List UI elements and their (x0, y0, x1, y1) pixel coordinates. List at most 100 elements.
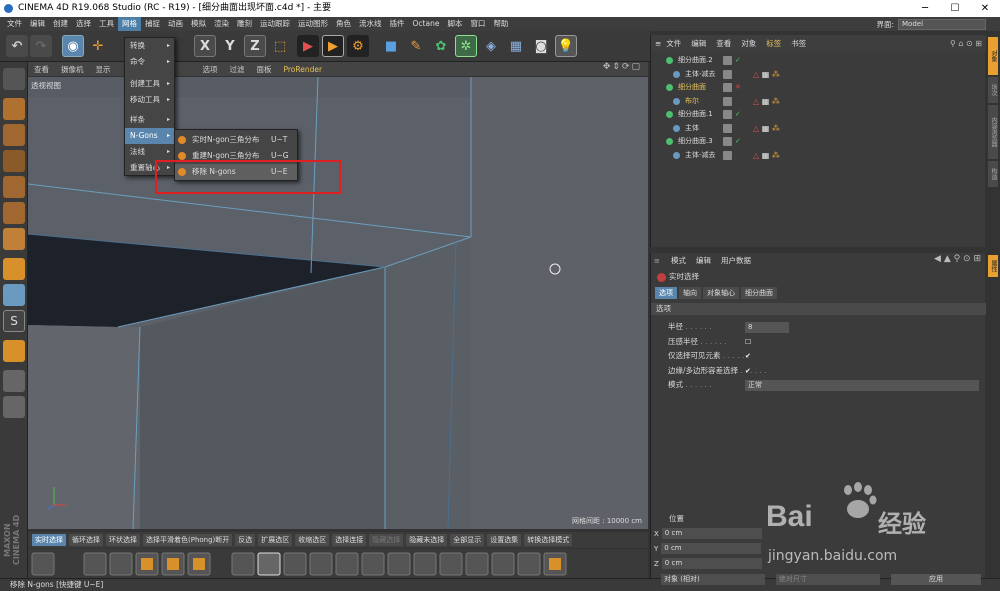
redo-icon[interactable]: ↷ (30, 35, 52, 57)
viewport-menu-display[interactable]: 显示 (90, 64, 117, 75)
menu-item-10[interactable]: 雕刻 (233, 17, 256, 31)
tweak-mode-icon[interactable] (3, 284, 25, 306)
lock-workplane-icon[interactable] (3, 370, 25, 392)
visibility-toggle-icon[interactable] (723, 56, 732, 65)
menu-item-18[interactable]: 窗口 (466, 17, 489, 31)
menu-item-6[interactable]: 捕捉 (141, 17, 164, 31)
side-tab-objects[interactable]: 对象 (988, 37, 998, 75)
menu-item-15[interactable]: 插件 (386, 17, 409, 31)
attr-menu-edit[interactable]: 编辑 (691, 255, 716, 266)
visibility-toggle-icon[interactable] (723, 137, 732, 146)
visibility-toggle-icon[interactable] (723, 110, 732, 119)
render-picture-viewer-icon[interactable]: ▶ (322, 35, 344, 57)
menu-item-2[interactable]: 创建 (49, 17, 72, 31)
perspective-viewport[interactable]: 透视视图 网格间距 : 10000 cm (28, 77, 648, 529)
side-tab-content-browser[interactable]: 内容浏览器 (988, 105, 998, 159)
selection-tool-button-12[interactable]: 转换选择模式 (524, 534, 573, 546)
menu-item-11[interactable]: 运动跟踪 (256, 17, 294, 31)
visibility-toggle-icon[interactable] (723, 96, 732, 106)
attr-nav-icons[interactable]: ◀ ▲ ⚲ ⊙ ⊞ (934, 254, 981, 264)
menu-item-5[interactable]: 网格 (118, 17, 141, 31)
polygons-mode-icon[interactable] (3, 228, 25, 250)
workplane-mode-icon[interactable] (3, 150, 25, 172)
object-menu-item-3[interactable]: 对象 (736, 38, 761, 49)
object-tags-icon[interactable]: △ ▦ ⁂ (753, 68, 780, 81)
attr-menu-mode[interactable]: 模式 (666, 255, 691, 266)
points-mode-icon[interactable] (3, 176, 25, 198)
selection-tool-button-11[interactable]: 设置选集 (487, 534, 522, 546)
selection-tool-button-9[interactable]: 隐藏未选择 (406, 534, 448, 546)
pen-spline-icon[interactable]: ✎ (405, 35, 427, 57)
dropdown-item-0[interactable]: 转换 ▸ (125, 38, 174, 54)
attr-menu-userdata[interactable]: 用户数据 (716, 255, 756, 266)
object-tags-icon[interactable]: △ ▦ ⁂ (753, 95, 780, 108)
attr-prop-value[interactable]: ☐ (745, 337, 751, 348)
side-tab-takes[interactable]: 场次 (988, 77, 998, 103)
cube-primitive-icon[interactable]: ■ (380, 35, 402, 57)
coord-y-field[interactable]: 0 cm (661, 543, 762, 554)
camera-icon[interactable]: ◙ (530, 35, 552, 57)
dropdown-item-3[interactable]: 移动工具 ▸ (125, 92, 174, 108)
menu-item-1[interactable]: 编辑 (26, 17, 49, 31)
coord-z-field[interactable]: 0 cm (661, 558, 762, 569)
make-editable-icon[interactable] (3, 68, 25, 90)
object-row[interactable]: 主体 △ ▦ ⁂ (651, 122, 986, 135)
menu-item-14[interactable]: 流水线 (355, 17, 386, 31)
viewport-menu-filter[interactable]: 过滤 (224, 64, 251, 75)
object-row[interactable]: 细分曲面.3 ✓ (651, 135, 986, 148)
attr-tab-1[interactable]: 轴向 (679, 287, 701, 299)
selection-tool-button-2[interactable]: 环状选择 (106, 534, 140, 546)
selection-tool-button-10[interactable]: 全部显示 (450, 534, 485, 546)
selection-tool-button-5[interactable]: 扩展选区 (258, 534, 293, 546)
viewport-menu-cameras[interactable]: 摄像机 (55, 64, 90, 75)
object-manager-nav-icons[interactable]: ⚲ ⌂ ⊙ ⊞ (950, 39, 982, 48)
texture-mode-icon[interactable] (3, 124, 25, 146)
object-row[interactable]: 布尔 △ ▦ ⁂ (651, 95, 986, 108)
move-icon[interactable]: ✛ (87, 35, 109, 57)
coordinate-system-icon[interactable]: ⬚ (269, 35, 291, 57)
minimize-icon[interactable]: ─ (910, 0, 940, 17)
selection-tool-button-0[interactable]: 实时选择 (32, 534, 66, 546)
attr-tab-3[interactable]: 细分曲面 (741, 287, 777, 299)
attr-prop-value[interactable]: ✔ (745, 351, 751, 362)
visibility-toggle-icon[interactable] (723, 123, 732, 133)
dropdown-item-1[interactable]: 命令 ▸ (125, 54, 174, 70)
menu-item-17[interactable]: 脚本 (443, 17, 466, 31)
selection-tool-button-6[interactable]: 收缩选区 (295, 534, 330, 546)
visibility-toggle-icon[interactable] (723, 150, 732, 160)
object-row[interactable]: 细分曲面.1 ✓ (651, 108, 986, 121)
deformer-icon[interactable]: ◈ (480, 35, 502, 57)
coord-size-select[interactable]: 绝对尺寸 (776, 574, 880, 585)
side-tab-structure[interactable]: 构造 (988, 161, 998, 187)
menu-item-4[interactable]: 工具 (95, 17, 118, 31)
menu-item-8[interactable]: 模拟 (187, 17, 210, 31)
visibility-toggle-icon[interactable] (723, 83, 732, 92)
menu-item-7[interactable]: 动画 (164, 17, 187, 31)
object-row[interactable]: 细分曲面.2 ✓ (651, 54, 986, 67)
object-tags-icon[interactable]: △ ▦ ⁂ (753, 122, 780, 135)
render-settings-icon[interactable]: ⚙ (347, 35, 369, 57)
coord-mode-select[interactable]: 对象 (相对) (661, 574, 765, 585)
snap-icon[interactable]: S (3, 310, 25, 332)
object-row[interactable]: 主体-减去 △ ▦ ⁂ (651, 68, 986, 81)
object-menu-item-5[interactable]: 书签 (786, 38, 811, 49)
viewport-navigation-icons[interactable]: ✥⇕⟳▢ (603, 62, 642, 72)
dropdown-item-6[interactable]: 法线 ▸ (125, 144, 174, 160)
cloner-icon[interactable]: ✲ (455, 35, 477, 57)
viewport-menu-view[interactable]: 查看 (28, 64, 55, 75)
axis-mode-icon[interactable] (3, 258, 25, 280)
maximize-icon[interactable]: ☐ (940, 0, 970, 17)
subdivision-surface-icon[interactable]: ✿ (430, 35, 452, 57)
side-tab-attributes[interactable]: 属性 (988, 255, 998, 277)
attr-tab-2[interactable]: 对象轴心 (703, 287, 739, 299)
live-selection-icon[interactable]: ◉ (62, 35, 84, 57)
dropdown-item-4[interactable]: 样条 ▸ (125, 112, 174, 128)
viewport-menu-panel[interactable]: 面板 (251, 64, 278, 75)
close-icon[interactable]: ✕ (970, 0, 1000, 17)
dropdown-item-2[interactable]: 创建工具 ▸ (125, 76, 174, 92)
menu-item-3[interactable]: 选择 (72, 17, 95, 31)
model-mode-icon[interactable] (3, 98, 25, 120)
coord-x-field[interactable]: 0 cm (661, 528, 762, 539)
menu-item-19[interactable]: 帮助 (489, 17, 512, 31)
selection-tool-button-1[interactable]: 循环选择 (69, 534, 103, 546)
